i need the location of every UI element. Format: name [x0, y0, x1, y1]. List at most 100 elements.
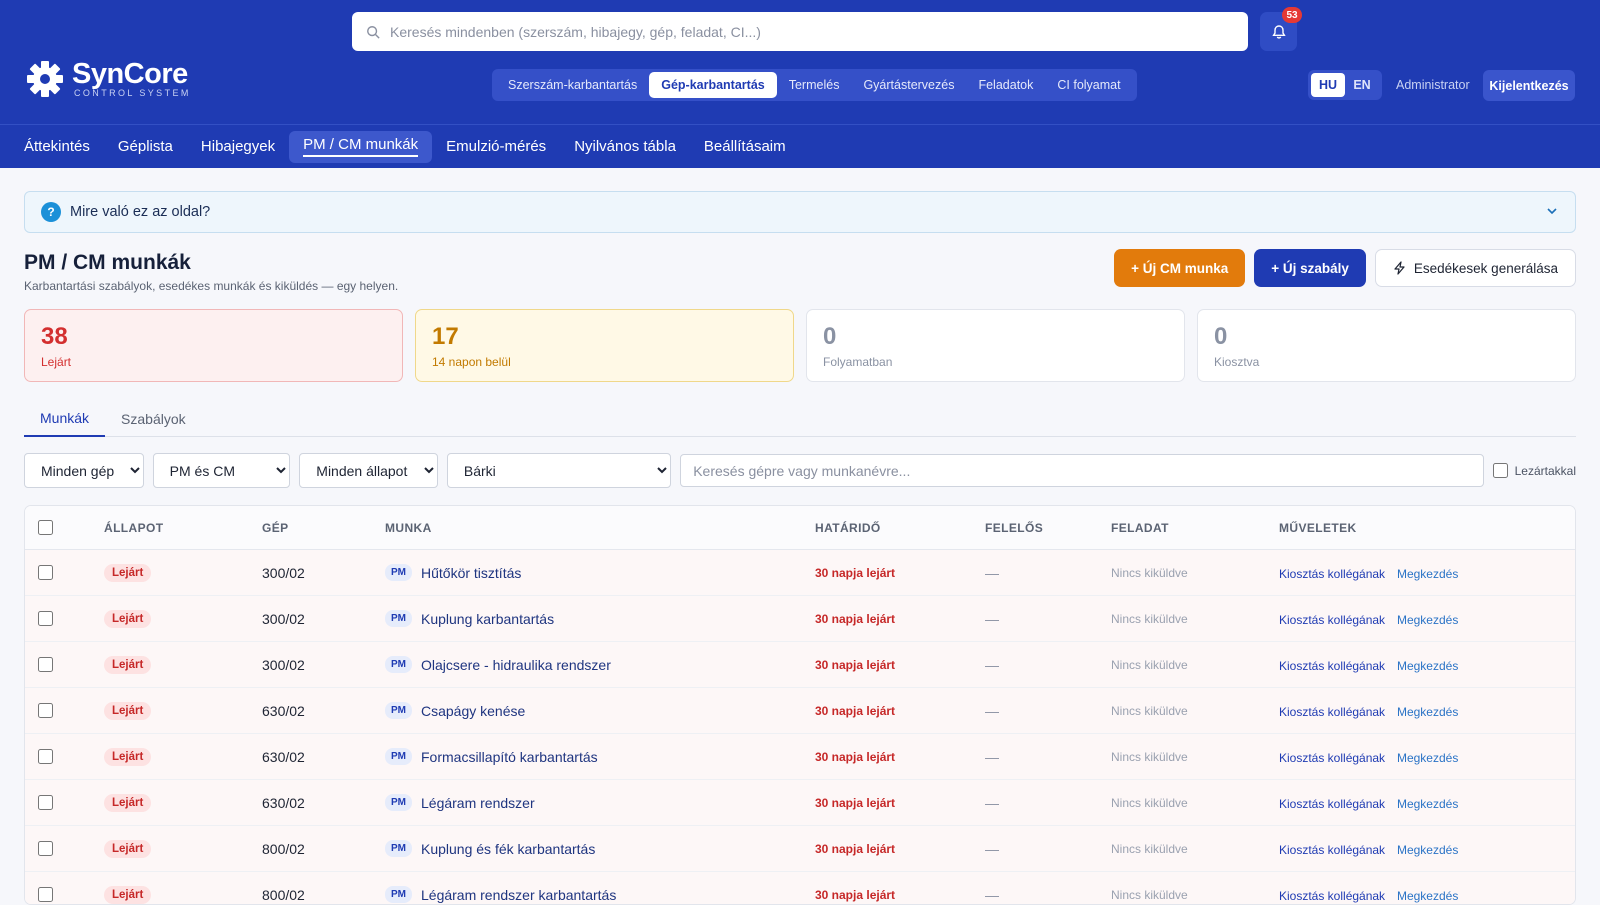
actions-cell: Kiosztás kollégának Megkezdés	[1279, 841, 1575, 857]
stat-card-in-progress[interactable]: 0 Folyamatban	[806, 309, 1185, 382]
tab-rules[interactable]: Szabályok	[105, 401, 202, 437]
table-row[interactable]: Lejárt 630/02 PM Légáram rendszer 30 nap…	[25, 780, 1575, 826]
lang-hu-button[interactable]: HU	[1311, 73, 1345, 97]
lang-en-button[interactable]: EN	[1345, 73, 1379, 97]
row-checkbox[interactable]	[38, 841, 53, 856]
assign-to-colleague-link[interactable]: Kiosztás kollégának	[1279, 751, 1385, 765]
owner-cell: —	[985, 610, 999, 627]
subnav-emulsion[interactable]: Emulzió-mérés	[432, 131, 560, 163]
module-switcher: Szerszám-karbantartás Gép-karbantartás T…	[492, 69, 1137, 101]
start-job-link[interactable]: Megkezdés	[1397, 705, 1458, 719]
start-job-link[interactable]: Megkezdés	[1397, 613, 1458, 627]
table-row[interactable]: Lejárt 800/02 PM Légáram rendszer karban…	[25, 872, 1575, 904]
type-filter[interactable]: PM és CM	[152, 453, 291, 488]
col-header-task[interactable]: FELADAT	[1111, 521, 1279, 535]
job-name-link[interactable]: Légáram rendszer karbantartás	[421, 887, 616, 903]
task-cell: Nincs kiküldve	[1111, 841, 1188, 856]
module-production[interactable]: Termelés	[777, 72, 852, 98]
assign-to-colleague-link[interactable]: Kiosztás kollégának	[1279, 797, 1385, 811]
actions-cell: Kiosztás kollégának Megkezdés	[1279, 657, 1575, 673]
row-select-cell	[25, 703, 104, 718]
subnav-overview[interactable]: Áttekintés	[10, 131, 104, 163]
global-search[interactable]	[352, 12, 1248, 51]
stat-due-soon-label: 14 napon belül	[432, 355, 511, 369]
task-cell: Nincs kiküldve	[1111, 657, 1188, 672]
table-row[interactable]: Lejárt 300/02 PM Kuplung karbantartás 30…	[25, 596, 1575, 642]
status-badge: Lejárt	[104, 748, 152, 766]
job-name-link[interactable]: Hűtőkör tisztítás	[421, 565, 521, 581]
job-search-input[interactable]	[680, 454, 1484, 487]
row-checkbox[interactable]	[38, 565, 53, 580]
assign-to-colleague-link[interactable]: Kiosztás kollégának	[1279, 659, 1385, 673]
row-checkbox[interactable]	[38, 795, 53, 810]
tab-jobs[interactable]: Munkák	[24, 401, 106, 437]
row-checkbox[interactable]	[38, 657, 53, 672]
due-cell: 30 napja lejárt	[815, 565, 896, 580]
table-row[interactable]: Lejárt 630/02 PM Csapágy kenése 30 napja…	[25, 688, 1575, 734]
table-row[interactable]: Lejárt 630/02 PM Formacsillapító karbant…	[25, 734, 1575, 780]
col-header-machine[interactable]: GÉP	[262, 521, 385, 535]
subnav-pm-cm-jobs[interactable]: PM / CM munkák	[289, 130, 433, 163]
start-job-link[interactable]: Megkezdés	[1397, 797, 1458, 811]
stat-card-assigned[interactable]: 0 Kiosztva	[1197, 309, 1576, 382]
status-badge: Lejárt	[104, 564, 152, 582]
col-header-job[interactable]: MUNKA	[385, 521, 815, 535]
assign-to-colleague-link[interactable]: Kiosztás kollégának	[1279, 843, 1385, 857]
job-cell: PM Légáram rendszer karbantartás	[385, 886, 815, 903]
module-tool-maintenance[interactable]: Szerszám-karbantartás	[496, 72, 649, 98]
logout-button[interactable]: Kijelentkezés	[1483, 70, 1575, 101]
logo[interactable]: SynCore CONTROL SYSTEM	[26, 60, 191, 98]
include-closed-toggle[interactable]: Lezártakkal	[1492, 463, 1576, 478]
assign-to-colleague-link[interactable]: Kiosztás kollégának	[1279, 567, 1385, 581]
job-name-link[interactable]: Légáram rendszer	[421, 795, 535, 811]
stat-card-due-soon[interactable]: 17 14 napon belül	[415, 309, 794, 382]
job-name-link[interactable]: Kuplung karbantartás	[421, 611, 554, 627]
owner-filter[interactable]: Bárki	[446, 453, 672, 488]
assign-to-colleague-link[interactable]: Kiosztás kollégának	[1279, 613, 1385, 627]
assign-to-colleague-link[interactable]: Kiosztás kollégának	[1279, 705, 1385, 719]
table-row[interactable]: Lejárt 800/02 PM Kuplung és fék karbanta…	[25, 826, 1575, 872]
global-search-input[interactable]	[390, 23, 1230, 40]
job-name-link[interactable]: Olajcsere - hidraulika rendszer	[421, 657, 611, 673]
machine-cell: 630/02	[262, 794, 305, 811]
table-row[interactable]: Lejárt 300/02 PM Hűtőkör tisztítás 30 na…	[25, 550, 1575, 596]
stat-card-overdue[interactable]: 38 Lejárt	[24, 309, 403, 382]
machine-filter[interactable]: Minden gép	[24, 453, 144, 488]
status-filter[interactable]: Minden állapot	[299, 453, 438, 488]
row-checkbox[interactable]	[38, 703, 53, 718]
col-header-state[interactable]: ÁLLAPOT	[104, 521, 262, 535]
due-cell: 30 napja lejárt	[815, 657, 896, 672]
subnav-machine-list[interactable]: Géplista	[104, 131, 187, 163]
new-rule-button[interactable]: + Új szabály	[1254, 249, 1366, 287]
row-checkbox[interactable]	[38, 611, 53, 626]
col-header-due[interactable]: HATÁRIDŐ	[815, 521, 985, 535]
start-job-link[interactable]: Megkezdés	[1397, 889, 1458, 903]
start-job-link[interactable]: Megkezdés	[1397, 751, 1458, 765]
owner-cell: —	[985, 794, 999, 811]
subnav-my-settings[interactable]: Beállításaim	[690, 131, 800, 163]
module-machine-maintenance[interactable]: Gép-karbantartás	[649, 72, 777, 98]
module-planning[interactable]: Gyártástervezés	[851, 72, 966, 98]
start-job-link[interactable]: Megkezdés	[1397, 843, 1458, 857]
row-checkbox[interactable]	[38, 749, 53, 764]
assign-to-colleague-link[interactable]: Kiosztás kollégának	[1279, 889, 1385, 903]
select-all-checkbox[interactable]	[38, 520, 53, 535]
new-cm-job-button[interactable]: + Új CM munka	[1114, 249, 1246, 287]
generate-due-button[interactable]: Esedékesek generálása	[1374, 249, 1576, 287]
job-name-link[interactable]: Kuplung és fék karbantartás	[421, 841, 595, 857]
include-closed-checkbox[interactable]	[1492, 463, 1508, 478]
subnav-public-board[interactable]: Nyilvános tábla	[560, 131, 690, 163]
start-job-link[interactable]: Megkezdés	[1397, 567, 1458, 581]
task-cell: Nincs kiküldve	[1111, 611, 1188, 626]
subnav-tickets[interactable]: Hibajegyek	[187, 131, 289, 163]
job-name-link[interactable]: Formacsillapító karbantartás	[421, 749, 598, 765]
job-type-badge: PM	[385, 702, 412, 719]
start-job-link[interactable]: Megkezdés	[1397, 659, 1458, 673]
job-name-link[interactable]: Csapágy kenése	[421, 703, 525, 719]
module-tasks[interactable]: Feladatok	[966, 72, 1045, 98]
module-ci-process[interactable]: CI folyamat	[1045, 72, 1132, 98]
table-row[interactable]: Lejárt 300/02 PM Olajcsere - hidraulika …	[25, 642, 1575, 688]
col-header-owner[interactable]: FELELŐS	[985, 521, 1111, 535]
help-banner[interactable]: ? Mire való ez az oldal?	[24, 191, 1576, 233]
status-badge: Lejárt	[104, 656, 152, 674]
